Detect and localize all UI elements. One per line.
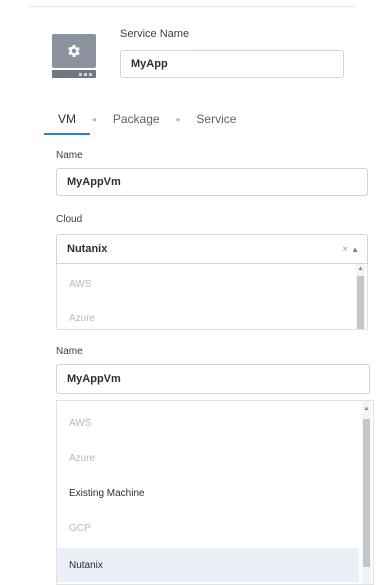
- lower-name-label: Name: [56, 346, 83, 357]
- option-nutanix[interactable]: Nutanix: [57, 548, 359, 582]
- option-aws[interactable]: AWS: [57, 411, 359, 435]
- cloud-label: Cloud: [56, 214, 83, 225]
- cloud-option[interactable]: Azure: [57, 308, 353, 328]
- vm-name-label: Name: [56, 150, 83, 161]
- tab-separator: ●: [175, 114, 181, 124]
- options-scrollbar[interactable]: ▲: [362, 401, 371, 584]
- cloud-options-list: AWS Azure Existing Machine GCP Nutanix ▲: [56, 400, 374, 585]
- tab-service[interactable]: Service: [182, 109, 250, 129]
- service-name-label: Service Name: [120, 28, 190, 40]
- tab-bar: VM ● Package ● Service: [44, 108, 250, 135]
- scroll-up-icon[interactable]: ▲: [356, 265, 365, 273]
- gear-icon: [52, 34, 96, 68]
- cloud-dropdown-list: AWS Azure ▲: [56, 264, 368, 330]
- cloud-dropdown-scrollbar[interactable]: ▲: [356, 264, 365, 329]
- service-icon-bar: [52, 70, 96, 78]
- scroll-thumb[interactable]: [363, 419, 370, 567]
- top-divider: [28, 6, 355, 7]
- scroll-thumb[interactable]: [357, 276, 364, 329]
- cloud-select[interactable]: Nutanix × ▲: [56, 234, 368, 264]
- vm-name-input[interactable]: MyAppVm: [56, 168, 368, 196]
- option-azure[interactable]: Azure: [57, 446, 359, 470]
- cloud-option[interactable]: AWS: [57, 274, 353, 294]
- scroll-up-icon[interactable]: ▲: [362, 405, 371, 413]
- cloud-select-value: Nutanix: [67, 243, 108, 255]
- option-existing-machine[interactable]: Existing Machine: [57, 481, 359, 505]
- service-icon[interactable]: [50, 34, 98, 78]
- close-icon[interactable]: ×: [342, 244, 348, 255]
- lower-name-input[interactable]: MyAppVm: [56, 364, 370, 394]
- tab-separator: ●: [92, 114, 97, 124]
- gear-icon-glyph: [68, 45, 80, 57]
- tab-vm[interactable]: VM: [44, 109, 90, 135]
- tab-package[interactable]: Package: [99, 109, 174, 129]
- option-gcp[interactable]: GCP: [57, 516, 359, 540]
- service-name-input[interactable]: MyApp: [120, 50, 344, 78]
- chevron-up-icon[interactable]: ▲: [351, 245, 359, 254]
